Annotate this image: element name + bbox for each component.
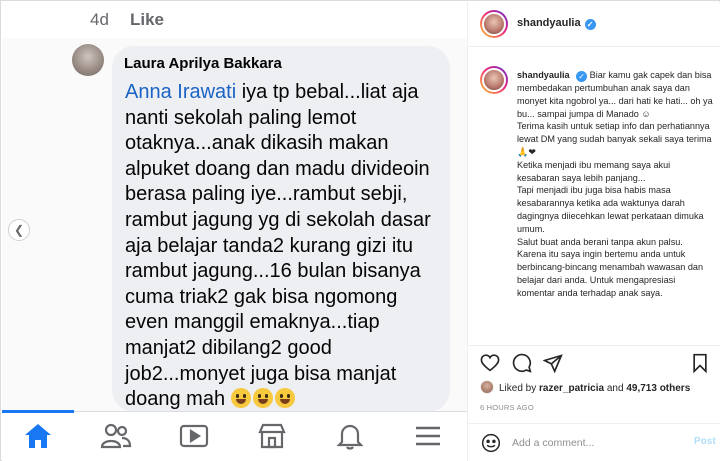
home-icon (22, 420, 54, 452)
post-sidebar: shandyaulia ✓ shandyaulia ✓ Biar kamu gak… (467, 2, 720, 461)
comment-meta-bar: 4d Like (2, 2, 467, 38)
facebook-bottom-nav (2, 410, 467, 461)
comment-text: Anna Irawati iya tp bebal...liat aja nan… (125, 80, 445, 413)
emoji-picker-icon[interactable] (481, 433, 501, 453)
share-send-icon[interactable] (543, 353, 563, 373)
comment-bubble: Laura Aprilya Bakkara Anna Irawati iya t… (112, 46, 450, 412)
marketplace-icon (256, 420, 288, 452)
watch-icon (178, 420, 210, 452)
add-comment-row: Post (468, 423, 720, 461)
likes-count[interactable]: 49,713 others (626, 383, 690, 394)
post-image: 4d Like Laura Aprilya Bakkara Anna Irawa… (2, 2, 467, 461)
likes-summary: Liked by razer_patricia and 49,713 other… (480, 380, 715, 394)
caption-line-3: Ketika menjadi ibu memang saya akui kesa… (517, 159, 671, 183)
comment-like-link: Like (130, 10, 165, 29)
comment-body: iya tp bebal...liat aja nanti sekolah pa… (125, 81, 431, 411)
smiley-emoji-icon (252, 388, 273, 409)
smile-emoji-icon (274, 388, 295, 409)
post-header: shandyaulia ✓ (468, 2, 720, 47)
caption-line-4: Tapi menjadi ibu juga bisa habis masa ke… (517, 185, 704, 234)
commenter-avatar (72, 44, 104, 76)
carousel-prev-button[interactable]: ❮ (8, 219, 30, 241)
comment-input[interactable] (512, 435, 672, 451)
like-heart-icon[interactable] (480, 353, 500, 373)
friends-icon (100, 420, 132, 452)
caption-line-5: Salut buat anda berani tanpa akun palsu.… (517, 236, 704, 298)
comment-bubble-icon[interactable] (512, 353, 532, 373)
caption-author-avatar[interactable] (480, 66, 508, 94)
post-frame: 4d Like Laura Aprilya Bakkara Anna Irawa… (0, 0, 720, 461)
caption-line-2: Terima kasih untuk setiap info dan perha… (517, 121, 712, 157)
verified-badge-icon: ✓ (584, 19, 596, 30)
comment-mention: Anna Irawati (125, 81, 237, 103)
grinning-emoji-icon (230, 388, 251, 409)
caption-area[interactable]: shandyaulia ✓ Biar kamu gak capek dan bi… (468, 48, 720, 344)
caption-username[interactable]: shandyaulia (517, 70, 570, 80)
bell-icon (334, 420, 366, 452)
comment-time: 4d (90, 10, 109, 29)
author-username-text: shandyaulia (517, 17, 581, 29)
author-avatar[interactable] (480, 10, 508, 38)
commenter-name: Laura Aprilya Bakkara (124, 55, 282, 72)
active-tab-indicator (2, 410, 74, 413)
liked-by-and: and (606, 383, 624, 394)
post-actions (468, 345, 720, 375)
liked-by-user[interactable]: razer_patricia (539, 383, 604, 394)
post-timestamp[interactable]: 6 HOURS AGO (480, 403, 534, 412)
liked-by-label: Liked by (499, 383, 537, 394)
author-username[interactable]: shandyaulia ✓ (517, 17, 596, 30)
liker-avatar[interactable] (480, 380, 494, 394)
post-caption: shandyaulia ✓ Biar kamu gak capek dan bi… (517, 69, 713, 300)
caption-verified-badge-icon: ✓ (576, 71, 588, 82)
menu-icon (412, 420, 444, 452)
save-bookmark-icon[interactable] (690, 353, 710, 373)
post-comment-button[interactable]: Post (694, 436, 716, 447)
